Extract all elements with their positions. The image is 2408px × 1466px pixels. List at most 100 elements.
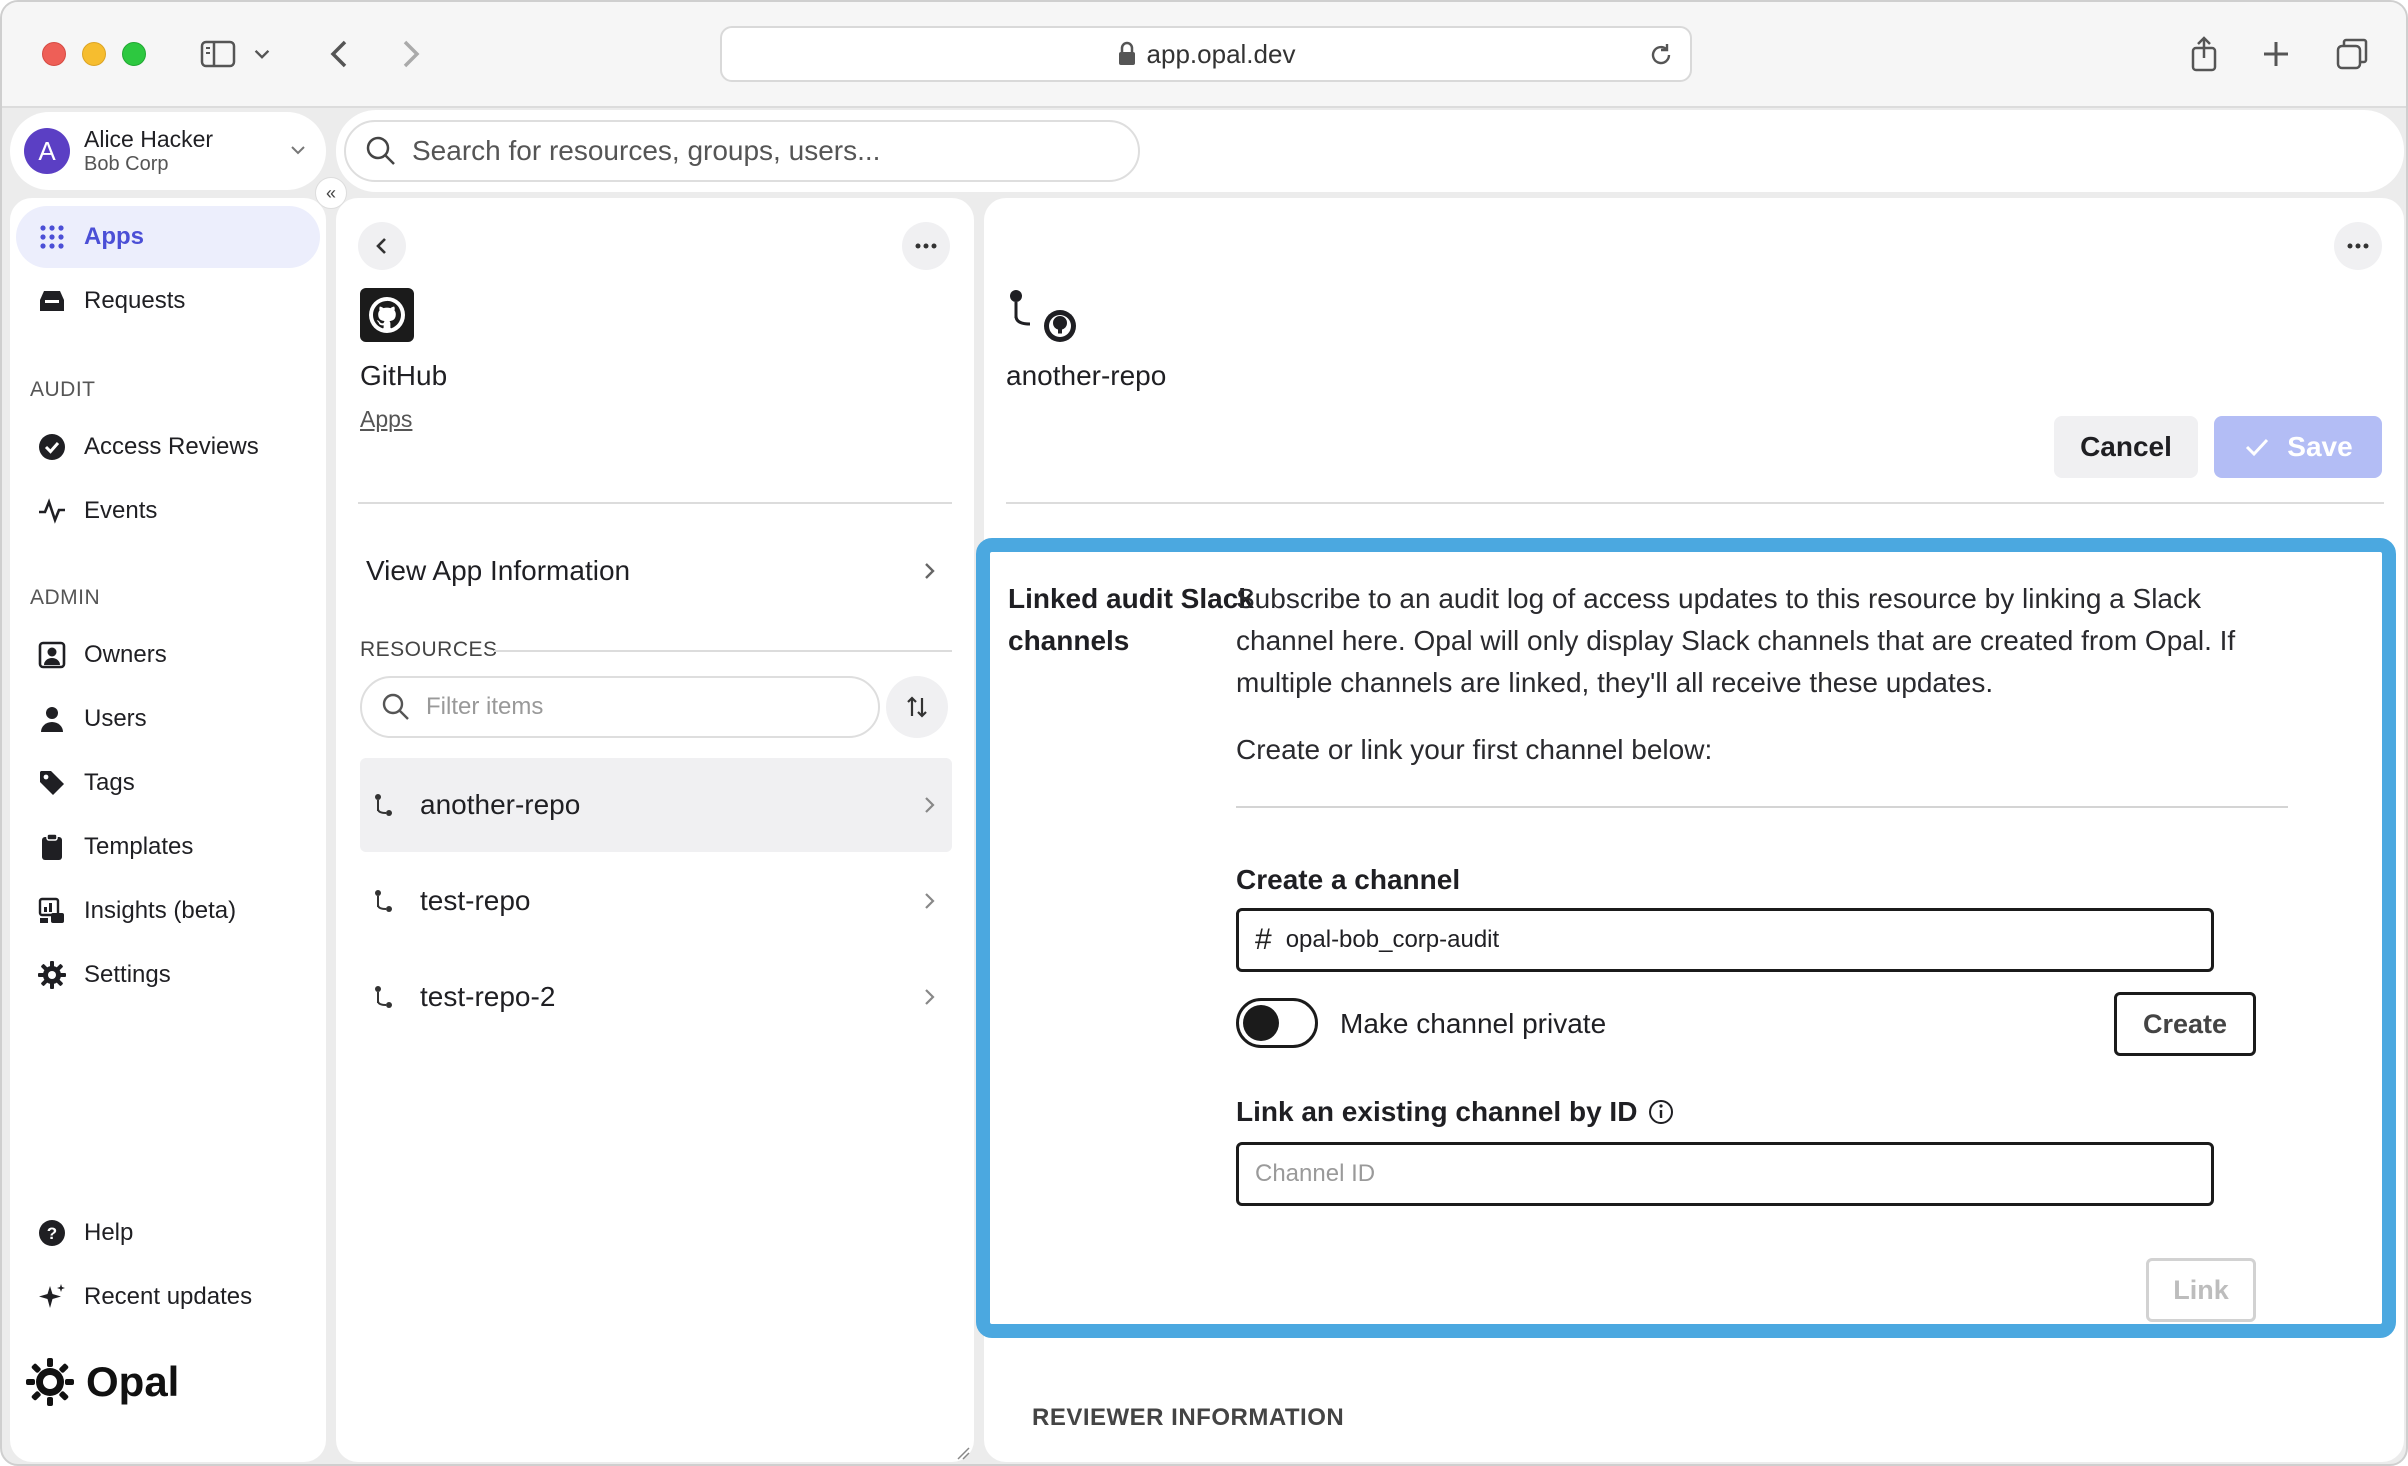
chevron-right-icon	[925, 989, 935, 1005]
view-app-information-row[interactable]: View App Information	[358, 534, 952, 608]
sidebar-item-label: Requests	[84, 287, 186, 314]
sidebar-item-label: Events	[84, 497, 158, 524]
sort-arrows-icon	[907, 696, 927, 718]
sidebar-item-requests[interactable]: Requests	[16, 270, 320, 332]
sidebar-item-access-reviews[interactable]: Access Reviews	[16, 416, 320, 478]
sidebar-item-label: Owners	[84, 641, 167, 668]
sidebar-item-templates[interactable]: Templates	[16, 816, 320, 878]
sidebar-item-help[interactable]: ? Help	[16, 1202, 320, 1264]
reload-icon[interactable]	[1646, 40, 1676, 70]
breadcrumb-apps-link[interactable]: Apps	[360, 406, 412, 433]
filter-items-input[interactable]: Filter items	[360, 676, 880, 738]
private-channel-toggle[interactable]	[1236, 998, 1318, 1048]
slack-section-label: Linked audit Slack channels	[1008, 583, 1254, 656]
account-switcher[interactable]: A Alice Hacker Bob Corp	[10, 112, 326, 190]
sidebar-item-tags[interactable]: Tags	[16, 752, 320, 814]
sidebar-item-recent-updates[interactable]: Recent updates	[16, 1266, 320, 1328]
slack-channels-section: Linked audit Slack channels Subscribe to…	[976, 538, 2396, 1338]
divider	[358, 502, 952, 504]
channel-id-placeholder: Channel ID	[1255, 1160, 1376, 1187]
ellipsis-icon	[915, 243, 937, 249]
slack-section-description: Subscribe to an audit log of access upda…	[1236, 583, 2236, 698]
ellipsis-icon	[2347, 243, 2369, 249]
chevron-right-icon	[925, 893, 935, 909]
user-icon	[36, 703, 68, 735]
browser-window: app.opal.dev A Alice Hacker Bob Corp « S…	[0, 0, 2408, 1466]
resource-row-test-repo-2[interactable]: test-repo-2	[360, 950, 952, 1044]
resource-title: another-repo	[1006, 360, 1167, 391]
check-circle-icon	[36, 431, 68, 463]
sidebar-item-insights[interactable]: Insights (beta)	[16, 880, 320, 942]
resize-handle-icon[interactable]	[954, 1444, 970, 1460]
share-icon[interactable]	[2180, 30, 2228, 78]
account-org: Bob Corp	[84, 152, 169, 175]
save-button[interactable]: Save	[2214, 416, 2382, 478]
address-bar[interactable]: app.opal.dev	[720, 26, 1692, 82]
minimize-window-button[interactable]	[82, 42, 106, 66]
resource-name: test-repo-2	[420, 981, 556, 1012]
check-icon	[2246, 438, 2269, 457]
link-channel-button[interactable]: Link	[2146, 1258, 2256, 1322]
app-title: GitHub	[360, 360, 448, 391]
sidebar-section-audit: AUDIT	[30, 378, 96, 401]
new-tab-icon[interactable]	[2252, 30, 2300, 78]
repo-branch-icon	[375, 794, 392, 816]
sort-button[interactable]	[886, 676, 948, 738]
sidebar-item-apps[interactable]: Apps	[16, 206, 320, 268]
sidebar-item-settings[interactable]: Settings	[16, 944, 320, 1006]
apps-grid-icon	[36, 221, 68, 253]
global-search-input[interactable]: Search for resources, groups, users...	[344, 120, 1140, 182]
sparkle-icon	[36, 1281, 68, 1313]
resource-row-test-repo[interactable]: test-repo	[360, 854, 952, 948]
forward-arrow-icon[interactable]	[386, 30, 434, 78]
channel-name-input[interactable]: # opal-bob_corp-audit	[1236, 908, 2214, 972]
sidebar-item-label: Insights (beta)	[84, 897, 237, 924]
sidebar-item-label: Recent updates	[84, 1283, 253, 1310]
activity-icon	[36, 495, 68, 527]
sidebar-item-label: Settings	[84, 961, 171, 988]
inbox-icon	[36, 285, 68, 317]
more-options-button[interactable]	[902, 222, 950, 270]
lock-icon	[1118, 41, 1135, 65]
link-channel-heading-text: Link an existing channel by ID	[1236, 1096, 1638, 1127]
repo-branch-icon	[375, 986, 392, 1008]
sidebar-item-label: Apps	[84, 223, 144, 250]
fullscreen-window-button[interactable]	[122, 42, 146, 66]
create-channel-button[interactable]: Create	[2114, 992, 2256, 1056]
link-channel-heading: Link an existing channel by ID	[1236, 1096, 1675, 1128]
resource-row-another-repo[interactable]: another-repo	[360, 758, 952, 852]
sidebar-item-label: Users	[84, 705, 147, 732]
close-window-button[interactable]	[42, 42, 66, 66]
back-arrow-icon[interactable]	[316, 30, 364, 78]
browser-titlebar: app.opal.dev	[2, 2, 2406, 108]
info-icon[interactable]	[1647, 1098, 1675, 1126]
channel-name-value: opal-bob_corp-audit	[1285, 926, 1500, 953]
sidebar-item-label: Tags	[84, 769, 135, 796]
github-icon	[360, 288, 414, 342]
sidebar-toggle-icon[interactable]	[194, 30, 242, 78]
sidebar-item-owners[interactable]: Owners	[16, 624, 320, 686]
sidebar-item-users[interactable]: Users	[16, 688, 320, 750]
svg-text:?: ?	[47, 1224, 57, 1243]
slack-section-subtext: Create or link your first channel below:	[1236, 734, 1713, 765]
sidebar: Apps Requests AUDIT Access Reviews Event…	[10, 198, 326, 1462]
private-channel-label: Make channel private	[1340, 1008, 1607, 1039]
tab-overview-icon[interactable]	[2328, 30, 2376, 78]
url-text: app.opal.dev	[1146, 38, 1296, 69]
opal-logo-text: Opal	[86, 1358, 180, 1405]
owners-icon	[36, 639, 68, 671]
back-button[interactable]	[358, 222, 406, 270]
opal-logo-icon	[26, 1358, 74, 1406]
filter-placeholder: Filter items	[426, 693, 544, 720]
divider	[1236, 806, 2288, 808]
avatar: A	[24, 128, 70, 174]
chevron-down-icon[interactable]	[246, 30, 278, 78]
more-options-button[interactable]	[2334, 222, 2382, 270]
search-icon	[366, 136, 395, 165]
sidebar-item-events[interactable]: Events	[16, 480, 320, 542]
gear-icon	[36, 959, 68, 991]
sidebar-item-label: Templates	[84, 833, 194, 860]
cancel-button[interactable]: Cancel	[2054, 416, 2198, 478]
opal-logo: Opal	[24, 1356, 179, 1408]
channel-id-input[interactable]: Channel ID	[1236, 1142, 2214, 1206]
